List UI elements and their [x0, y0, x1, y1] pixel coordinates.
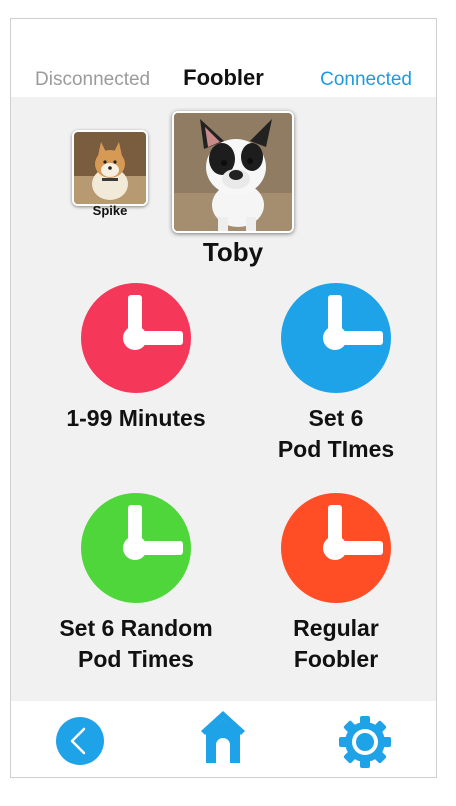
app-frame: Disconnected Foobler Connected Spike Tob…: [10, 18, 437, 778]
pet-photo-toby[interactable]: [172, 111, 294, 233]
back-button[interactable]: [56, 717, 104, 770]
mode-label: 1-99 Minutes: [66, 405, 206, 431]
pet-photo-spike[interactable]: [72, 130, 148, 206]
back-icon: [56, 717, 104, 765]
clock-icon: [81, 493, 191, 603]
mode-label: Set 6 Random Pod Times: [59, 615, 213, 672]
header: Disconnected Foobler Connected: [11, 19, 436, 97]
mode-label: Set 6 Pod TImes: [277, 405, 395, 462]
mode-set-6-random-pod-times[interactable]: Set 6 Random Pod Times: [36, 493, 236, 675]
connected-status[interactable]: Connected: [320, 69, 412, 91]
gear-icon: [339, 716, 391, 768]
home-icon: [201, 711, 245, 763]
shiba-photo-icon: [74, 132, 146, 204]
clock-icon: [281, 283, 391, 393]
mode-1-99-minutes[interactable]: 1-99 Minutes: [36, 283, 236, 434]
clock-icon: [81, 283, 191, 393]
mode-regular-foobler[interactable]: Regular Foobler: [236, 493, 436, 675]
bulldog-photo-icon: [174, 113, 292, 231]
clock-icon: [281, 493, 391, 603]
mode-label: Regular Foobler: [293, 615, 379, 672]
home-button[interactable]: [199, 709, 247, 768]
bottom-nav-bar: [11, 701, 436, 777]
pet-name-toby[interactable]: Toby: [172, 237, 294, 268]
settings-button[interactable]: [338, 715, 392, 774]
mode-set-6-pod-times[interactable]: Set 6 Pod TImes: [236, 283, 436, 465]
main-content: Spike Toby 1-99 Minutes Set 6 Pod TImes …: [11, 97, 436, 701]
pet-name-spike[interactable]: Spike: [72, 203, 148, 218]
